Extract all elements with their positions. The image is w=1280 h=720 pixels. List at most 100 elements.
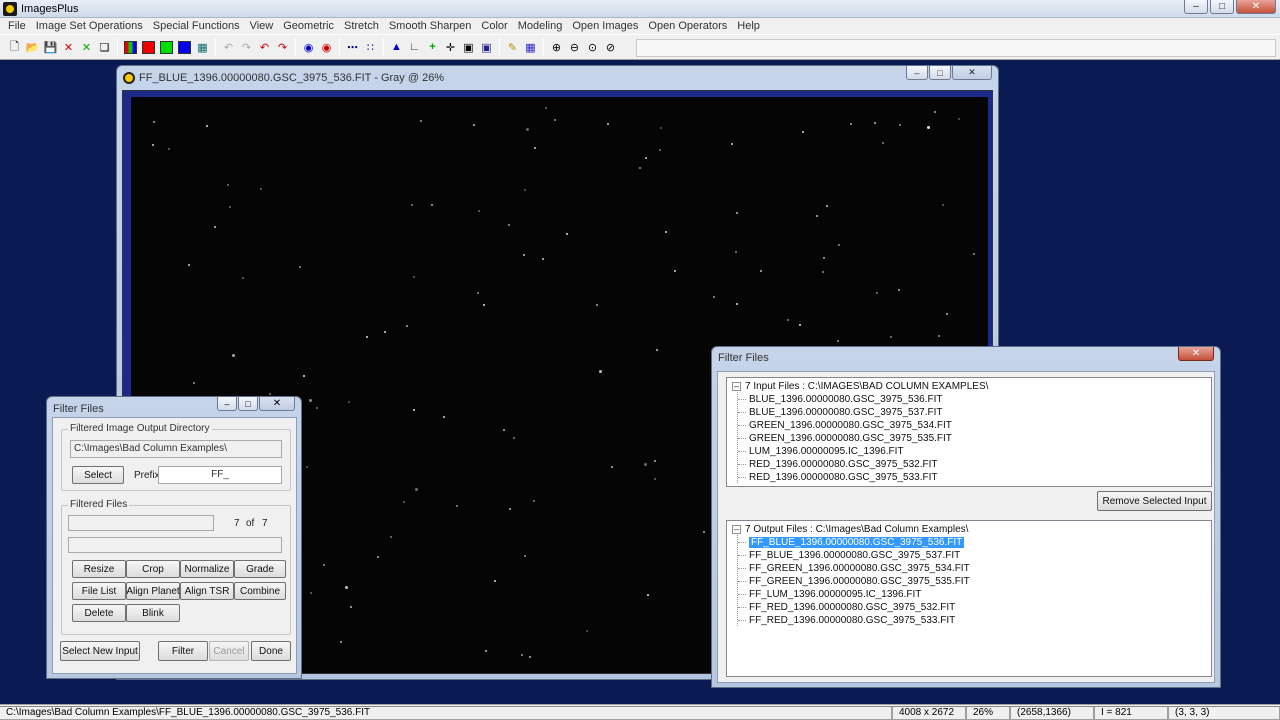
list-dialog-close-button[interactable]: ✕	[1178, 347, 1214, 361]
tree-output-file-selected[interactable]: FF_BLUE_1396.00000080.GSC_3975_536.FIT	[747, 536, 966, 549]
delete-button[interactable]: Delete	[72, 604, 126, 622]
image-icon[interactable]: ▣	[478, 39, 495, 56]
select-directory-button[interactable]: Select	[72, 466, 124, 484]
rgb-channels-icon[interactable]	[122, 39, 139, 56]
menu-stretch[interactable]: Stretch	[339, 20, 384, 32]
save-icon[interactable]: 💾	[42, 39, 59, 56]
pixel-picker-icon[interactable]: ∷	[362, 39, 379, 56]
menu-modeling[interactable]: Modeling	[513, 20, 568, 32]
select-new-input-button[interactable]: Select New Input	[60, 641, 140, 661]
doc-minimize-button[interactable]: –	[906, 66, 928, 80]
star-point	[232, 354, 235, 357]
tree-output-file[interactable]: FF_RED_1396.00000080.GSC_3975_533.FIT	[749, 614, 955, 627]
remove-selected-input-button[interactable]: Remove Selected Input	[1097, 491, 1212, 511]
tree-input-file[interactable]: BLUE_1396.00000080.GSC_3975_537.FIT	[749, 406, 942, 419]
table-icon[interactable]: ▦	[522, 39, 539, 56]
tree-output-file[interactable]: FF_GREEN_1396.00000080.GSC_3975_535.FIT	[749, 575, 970, 588]
zoom-actual-icon[interactable]: ⊘	[602, 39, 619, 56]
red-dot-icon[interactable]: ◉	[318, 39, 335, 56]
resize-button[interactable]: Resize	[72, 560, 126, 578]
menu-open-operators[interactable]: Open Operators	[643, 20, 732, 32]
align-tsr-button[interactable]: Align TSR	[180, 582, 234, 600]
zoom-fit-icon[interactable]: ⊙	[584, 39, 601, 56]
input-files-tree[interactable]: –7 Input Files : C:\IMAGES\BAD COLUMN EX…	[726, 377, 1212, 487]
tree-output-file[interactable]: FF_GREEN_1396.00000080.GSC_3975_534.FIT	[749, 562, 970, 575]
tree-input-file[interactable]: LUM_1396.00000095.IC_1396.FIT	[749, 445, 904, 458]
menu-image-set-operations[interactable]: Image Set Operations	[31, 20, 148, 32]
blue-dot-icon[interactable]: ◉	[300, 39, 317, 56]
menu-file[interactable]: File	[3, 20, 31, 32]
zoom-out-icon[interactable]: ⊖	[566, 39, 583, 56]
open-folder-icon[interactable]: 📂	[24, 39, 41, 56]
grid-image-icon[interactable]: ▦	[194, 39, 211, 56]
star-point	[348, 401, 350, 403]
filtered-total: 7	[262, 518, 268, 529]
star-point	[384, 331, 386, 333]
menu-color[interactable]: Color	[476, 20, 512, 32]
close-green-icon[interactable]: ✕	[78, 39, 95, 56]
star-point	[366, 336, 368, 338]
star-point	[802, 131, 804, 133]
star-point	[882, 142, 884, 144]
star-point	[826, 205, 828, 207]
document-icon	[123, 72, 135, 84]
dialog-close-button[interactable]: ✕	[259, 397, 295, 411]
star-point	[654, 478, 656, 480]
tree-input-file[interactable]: BLUE_1396.00000080.GSC_3975_536.FIT	[749, 393, 942, 406]
menu-smooth-sharpen[interactable]: Smooth Sharpen	[384, 20, 477, 32]
dialog-minimize-button[interactable]: –	[217, 397, 237, 411]
tree-output-file[interactable]: FF_LUM_1396.00000095.IC_1396.FIT	[749, 588, 921, 601]
menu-geometric[interactable]: Geometric	[278, 20, 339, 32]
normalize-button[interactable]: Normalize	[180, 560, 234, 578]
zoom-in-icon[interactable]: ⊕	[548, 39, 565, 56]
minimize-button[interactable]: –	[1184, 0, 1208, 14]
green-channel-icon[interactable]	[158, 39, 175, 56]
red-channel-icon[interactable]	[140, 39, 157, 56]
doc-close-button[interactable]: ✕	[952, 66, 992, 80]
output-file-name: FF_RED_1396.00000080.GSC_3975_533.FIT	[749, 615, 956, 626]
blink-button[interactable]: Blink	[126, 604, 180, 622]
doc-maximize-button[interactable]: □	[929, 66, 951, 80]
menu-view[interactable]: View	[245, 20, 279, 32]
tree-input-file[interactable]: RED_1396.00000080.GSC_3975_533.FIT	[749, 471, 937, 484]
tree-input-file[interactable]: RED_1396.00000080.GSC_3975_532.FIT	[749, 458, 937, 471]
menu-open-images[interactable]: Open Images	[567, 20, 643, 32]
crosshair-green-icon[interactable]: +	[424, 39, 441, 56]
redo-icon[interactable]: ↷	[274, 39, 291, 56]
done-button[interactable]: Done	[251, 641, 291, 661]
filter-button[interactable]: Filter	[158, 641, 208, 661]
menu-special-functions[interactable]: Special Functions	[148, 20, 245, 32]
close-button[interactable]: ✕	[1236, 0, 1276, 14]
tree-input-file[interactable]: GREEN_1396.00000080.GSC_3975_535.FIT	[749, 432, 952, 445]
close-red-icon[interactable]: ✕	[60, 39, 77, 56]
tree-input-file[interactable]: GREEN_1396.00000080.GSC_3975_534.FIT	[749, 419, 952, 432]
output-files-root[interactable]: –7 Output Files : C:\Images\Bad Column E…	[732, 523, 968, 536]
collapse-icon[interactable]: –	[732, 525, 741, 534]
new-file-icon[interactable]: 🗋	[6, 39, 23, 56]
file-list-button[interactable]: File List	[72, 582, 126, 600]
output-files-tree[interactable]: –7 Output Files : C:\Images\Bad Column E…	[726, 520, 1212, 677]
curve-icon[interactable]: ∟	[406, 39, 423, 56]
histogram-icon[interactable]: ▲	[388, 39, 405, 56]
dialog-maximize-button[interactable]: □	[238, 397, 258, 411]
blue-channel-icon[interactable]	[176, 39, 193, 56]
tree-output-file[interactable]: FF_RED_1396.00000080.GSC_3975_532.FIT	[749, 601, 955, 614]
collapse-icon[interactable]: –	[732, 382, 741, 391]
menu-help[interactable]: Help	[732, 20, 765, 32]
output-file-name: FF_BLUE_1396.00000080.GSC_3975_536.FIT	[747, 536, 966, 549]
grade-button[interactable]: Grade	[234, 560, 286, 578]
windows-icon[interactable]: ❏	[96, 39, 113, 56]
frame-icon[interactable]: ▣	[460, 39, 477, 56]
maximize-button[interactable]: □	[1210, 0, 1234, 14]
crosshair-icon[interactable]: ✛	[442, 39, 459, 56]
line-dots-icon[interactable]: ⋯	[344, 39, 361, 56]
output-directory-field[interactable]: C:\Images\Bad Column Examples\	[70, 440, 282, 458]
crop-button[interactable]: Crop	[126, 560, 180, 578]
input-files-root[interactable]: –7 Input Files : C:\IMAGES\BAD COLUMN EX…	[732, 380, 988, 393]
tree-output-file[interactable]: FF_BLUE_1396.00000080.GSC_3975_537.FIT	[749, 549, 960, 562]
pencil-icon[interactable]: ✎	[504, 39, 521, 56]
undo-icon[interactable]: ↶	[256, 39, 273, 56]
align-planet-button[interactable]: Align Planet	[126, 582, 180, 600]
prefix-input[interactable]: FF_	[158, 466, 282, 484]
combine-button[interactable]: Combine	[234, 582, 286, 600]
